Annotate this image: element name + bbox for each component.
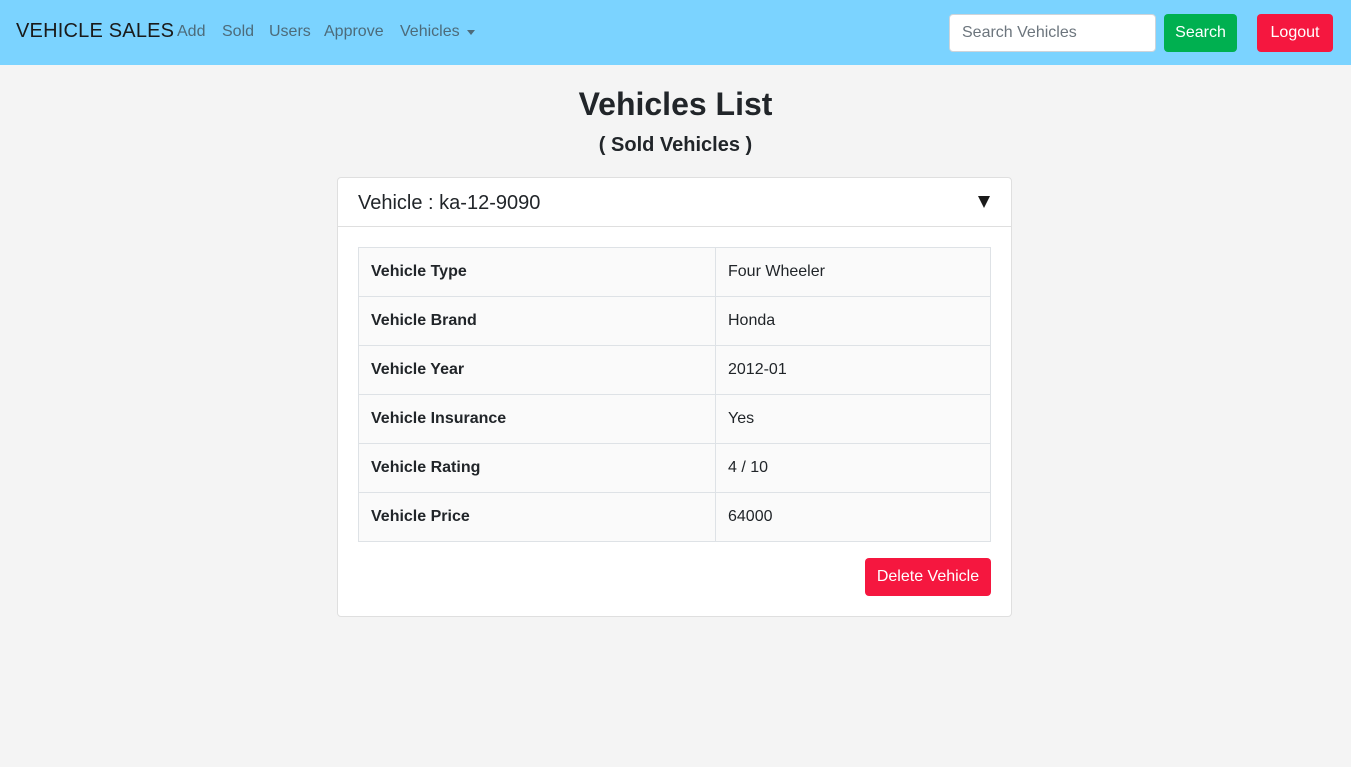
detail-value: Four Wheeler — [715, 247, 991, 297]
top-navbar: VEHICLE SALES Add Sold Users Approve Veh… — [0, 0, 1351, 65]
vehicle-card: Vehicle : ka-12-9090 Vehicle Type Four W… — [337, 177, 1012, 617]
triangle-down-icon[interactable] — [978, 196, 990, 208]
nav-link-add[interactable]: Add — [177, 23, 205, 41]
table-row: Vehicle Brand Honda — [358, 296, 991, 346]
detail-label: Vehicle Insurance — [358, 394, 716, 444]
search-input[interactable] — [949, 14, 1156, 52]
detail-value: Yes — [715, 394, 991, 444]
detail-label: Vehicle Year — [358, 345, 716, 395]
table-row: Vehicle Rating 4 / 10 — [358, 443, 991, 493]
table-row: Vehicle Type Four Wheeler — [358, 247, 991, 297]
vehicle-card-header[interactable]: Vehicle : ka-12-9090 — [338, 178, 1011, 227]
detail-label: Vehicle Type — [358, 247, 716, 297]
nav-link-sold[interactable]: Sold — [222, 23, 254, 41]
page-subtitle: ( Sold Vehicles ) — [598, 134, 753, 156]
logout-button[interactable]: Logout — [1257, 14, 1333, 52]
detail-value: 2012-01 — [715, 345, 991, 395]
nav-dropdown-vehicles[interactable]: Vehicles — [400, 23, 475, 41]
search-button[interactable]: Search — [1164, 14, 1237, 52]
vehicle-card-title: Vehicle : ka-12-9090 — [358, 192, 541, 214]
nav-dropdown-label: Vehicles — [400, 23, 460, 40]
brand-link[interactable]: VEHICLE SALES — [16, 20, 174, 43]
detail-value: 64000 — [715, 492, 991, 542]
caret-down-icon — [466, 30, 475, 35]
detail-label: Vehicle Price — [358, 492, 716, 542]
table-row: Vehicle Year 2012-01 — [358, 345, 991, 395]
table-row: Vehicle Insurance Yes — [358, 394, 991, 444]
nav-link-approve[interactable]: Approve — [324, 23, 384, 41]
detail-label: Vehicle Rating — [358, 443, 716, 493]
table-row: Vehicle Price 64000 — [358, 492, 991, 542]
detail-value: 4 / 10 — [715, 443, 991, 493]
delete-vehicle-button[interactable]: Delete Vehicle — [865, 558, 991, 596]
detail-value: Honda — [715, 296, 991, 346]
page-title: Vehicles List — [578, 86, 773, 122]
vehicle-details-table: Vehicle Type Four Wheeler Vehicle Brand … — [358, 247, 991, 542]
nav-link-users[interactable]: Users — [269, 23, 311, 41]
detail-label: Vehicle Brand — [358, 296, 716, 346]
